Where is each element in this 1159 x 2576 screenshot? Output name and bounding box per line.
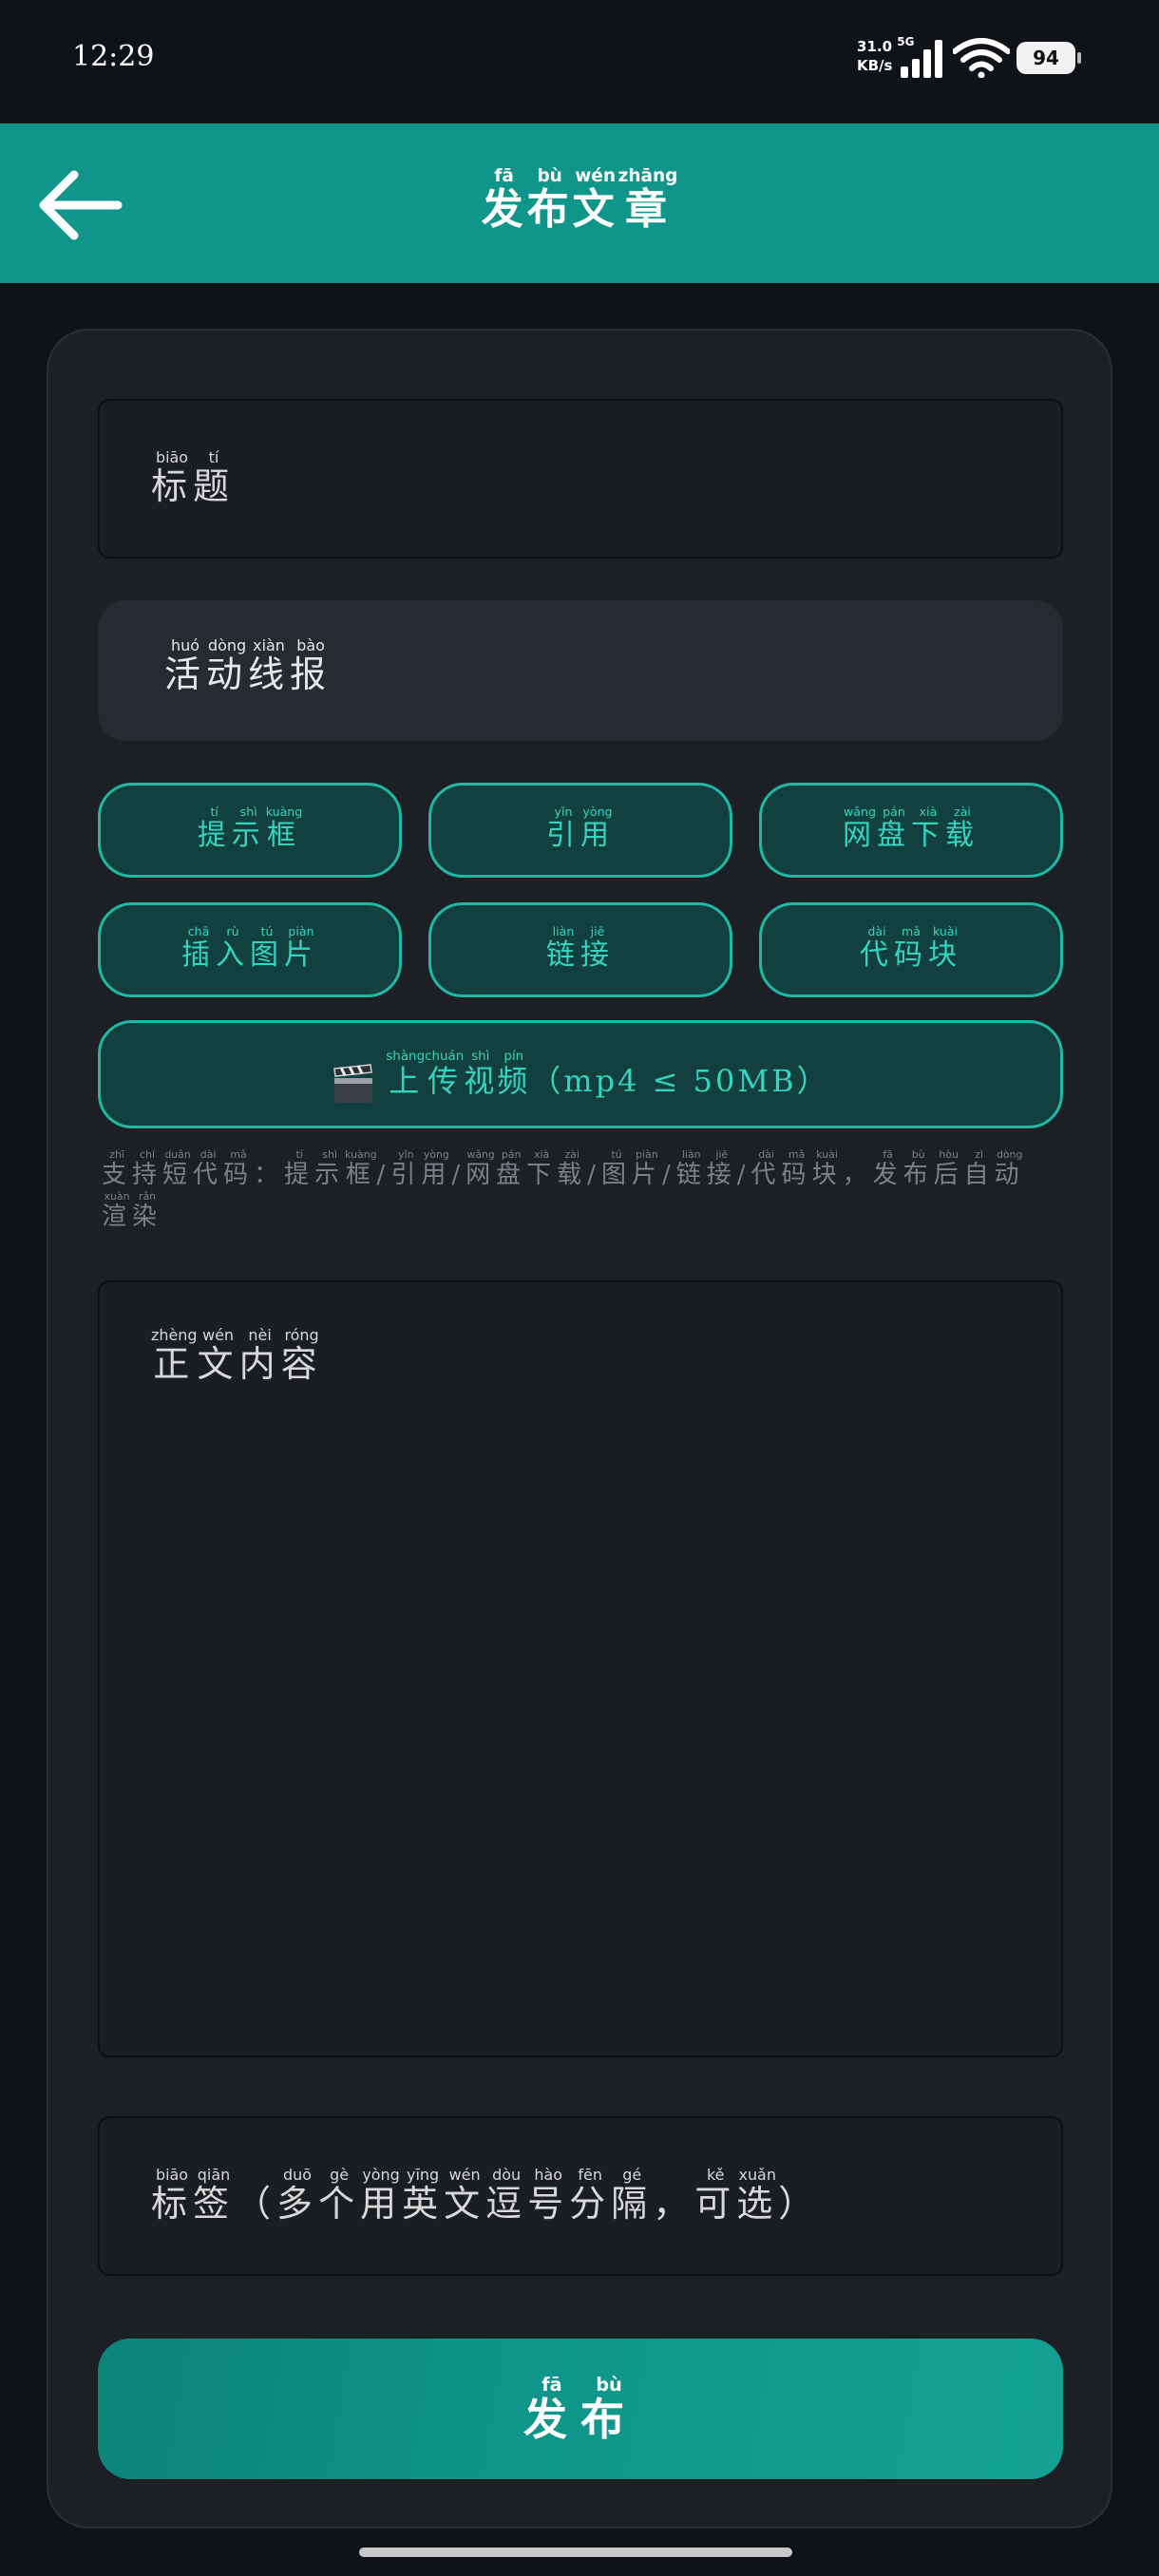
insert-netdisk-button[interactable]: 网wǎng盘pán下xià载zài — [759, 783, 1063, 878]
shortcode-hint: 支zhī持chí短duǎn代dài码mǎ： 提tí示shì框kuàng/ 引yǐ… — [102, 1148, 1025, 1231]
insert-quote-button[interactable]: 引yǐn用yòng — [428, 783, 732, 878]
status-bar: 12:29 31.0 5G KB/s 94 — [0, 0, 1159, 123]
content-textarea[interactable]: 正zhèng文wén内nèi容róng — [98, 1280, 1063, 2057]
speed-value: 31.0 — [857, 38, 893, 55]
upload-video-limit: （mp4 ≤ 50MB） — [530, 1063, 830, 1099]
insert-callout-label: 提tí示shì框kuàng — [197, 805, 303, 852]
insert-link-label: 链liàn接jiē — [546, 924, 615, 972]
insert-callout-button[interactable]: 提tí示shì框kuàng — [98, 783, 402, 878]
wifi-icon — [953, 38, 1010, 78]
clapperboard-icon — [333, 1063, 373, 1103]
publish-button[interactable]: 发fā布bù — [98, 2339, 1063, 2479]
clock: 12:29 — [72, 40, 155, 73]
signal-icon — [901, 38, 944, 78]
tags-placeholder: 标biāo签qiān（ 多duō个gè用yòng英yīng文wén逗dòu号hà… — [151, 2166, 821, 2225]
insert-quote-label: 引yǐn用yòng — [546, 805, 615, 852]
insert-netdisk-label: 网wǎng盘pán下xià载zài — [843, 805, 979, 852]
category-select[interactable]: 活huó动dòng线xiàn报bào — [98, 600, 1063, 741]
insert-image-label: 插chā入rù图tú片piàn — [181, 924, 318, 972]
insert-image-button[interactable]: 插chā入rù图tú片piàn — [98, 902, 402, 997]
battery-indicator: 94 — [1016, 42, 1081, 74]
navigation-bar — [0, 2529, 1159, 2576]
publish-label: 发fā布bù — [523, 2374, 637, 2445]
title-placeholder: 标biāo题tí — [151, 448, 236, 507]
content-placeholder: 正zhèng文wén内nèi容róng — [151, 1326, 323, 1385]
page-title: 发fā布bù文wén章zhāng — [481, 166, 678, 234]
insert-code-button[interactable]: 代dài码mǎ块kuài — [759, 902, 1063, 997]
insert-code-label: 代dài码mǎ块kuài — [860, 924, 962, 972]
app-bar: 发fā布bù文wén章zhāng — [0, 123, 1159, 283]
title-input[interactable]: 标biāo题tí — [98, 399, 1063, 559]
publish-form-card: 标biāo题tí 活huó动dòng线xiàn报bào 提tí示shì框kuàn… — [47, 329, 1112, 2529]
category-value: 活huó动dòng线xiàn报bào — [164, 636, 332, 695]
upload-video-button[interactable]: 上shàng传chuán视shì频pín（mp4 ≤ 50MB） — [98, 1020, 1063, 1128]
home-indicator[interactable] — [359, 2548, 792, 2557]
tags-input[interactable]: 标biāo签qiān（ 多duō个gè用yòng英yīng文wén逗dòu号hà… — [98, 2116, 1063, 2276]
speed-unit: KB/s — [857, 57, 893, 74]
upload-video-label: 上shàng传chuán视shì频pín — [386, 1050, 531, 1099]
insert-link-button[interactable]: 链liàn接jiē — [428, 902, 732, 997]
